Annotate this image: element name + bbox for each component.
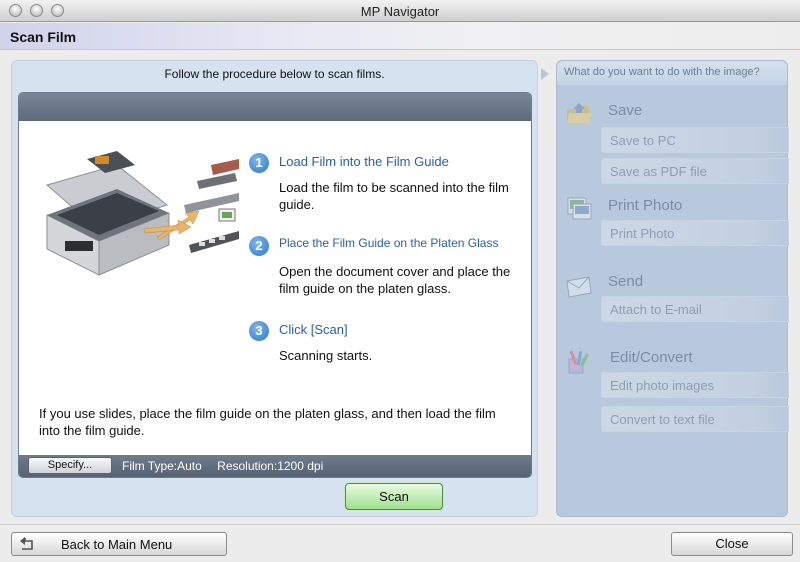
page-header: Scan Film: [0, 23, 800, 50]
actions-panel-question: What do you want to do with the image?: [564, 66, 760, 78]
panel-arrow-icon: [541, 68, 549, 80]
edit-photo-images-button[interactable]: Edit photo images: [601, 372, 789, 398]
envelope-icon: [566, 276, 592, 298]
attach-to-email-label: Attach to E-mail: [610, 302, 702, 317]
page-title: Scan Film: [10, 29, 77, 45]
edit-convert-section-title: Edit/Convert: [610, 349, 693, 366]
folder-icon: [567, 103, 592, 123]
save-section-title: Save: [608, 102, 643, 119]
back-to-main-menu-button[interactable]: Back to Main Menu: [11, 532, 227, 556]
back-to-main-menu-label: Back to Main Menu: [61, 537, 173, 552]
convert-to-text-label: Convert to text file: [610, 412, 715, 427]
step-3-description: Scanning starts.: [279, 348, 373, 363]
instruction-text: Follow the procedure below to scan films…: [164, 67, 385, 81]
film-type-label: Film Type:Auto: [122, 459, 202, 473]
printer-illustration: [45, 151, 239, 276]
actions-panel: What do you want to do with the image? S…: [556, 60, 789, 517]
print-photo-section-title: Print Photo: [608, 197, 683, 214]
back-arrow-icon: [20, 537, 33, 550]
step-2-badge: 2: [249, 236, 269, 256]
edit-photo-images-label: Edit photo images: [610, 378, 715, 393]
scan-button[interactable]: Scan: [345, 483, 443, 510]
save-as-pdf-button[interactable]: Save as PDF file: [601, 158, 789, 184]
print-photo-label: Print Photo: [610, 226, 675, 241]
specify-button[interactable]: Specify...: [28, 457, 112, 474]
step-3-title: Click [Scan]: [279, 322, 348, 337]
step-1-description: Load the film to be scanned into the fil…: [279, 180, 509, 212]
scan-procedure-panel: Follow the procedure below to scan films…: [11, 60, 538, 517]
attach-to-email-button[interactable]: Attach to E-mail: [601, 296, 789, 322]
photo-print-icon: [567, 197, 592, 220]
edit-tools-icon: [568, 350, 589, 374]
save-to-pc-label: Save to PC: [610, 133, 676, 148]
step-2-description: Open the document cover and place the fi…: [279, 264, 511, 296]
actions-panel-header: What do you want to do with the image?: [557, 61, 787, 85]
send-section-title: Send: [608, 273, 644, 290]
save-to-pc-button[interactable]: Save to PC: [601, 127, 789, 153]
step-2-title: Place the Film Guide on the Platen Glass: [279, 236, 499, 250]
window-title: MP Navigator: [360, 4, 440, 19]
procedure-card: 1 Load Film into the Film Guide Load the…: [18, 92, 532, 478]
footer-divider: [0, 524, 800, 525]
close-button[interactable]: Close: [671, 532, 793, 556]
title-bar: MP Navigator: [0, 0, 800, 22]
step-1-title: Load Film into the Film Guide: [279, 154, 449, 169]
film-settings-bar: Specify... Film Type:Auto Resolution:120…: [19, 455, 531, 477]
save-as-pdf-label: Save as PDF file: [610, 164, 707, 179]
step-1-badge: 1: [249, 153, 269, 173]
resolution-label: Resolution:1200 dpi: [217, 459, 324, 473]
film-settings-info: Film Type:Auto Resolution:1200 dpi: [122, 459, 335, 473]
slides-note: If you use slides, place the film guide …: [39, 406, 496, 438]
step-3-badge: 3: [249, 321, 269, 341]
card-top-bar: [19, 93, 531, 121]
print-photo-button[interactable]: Print Photo: [601, 220, 789, 246]
convert-to-text-button[interactable]: Convert to text file: [601, 406, 789, 432]
